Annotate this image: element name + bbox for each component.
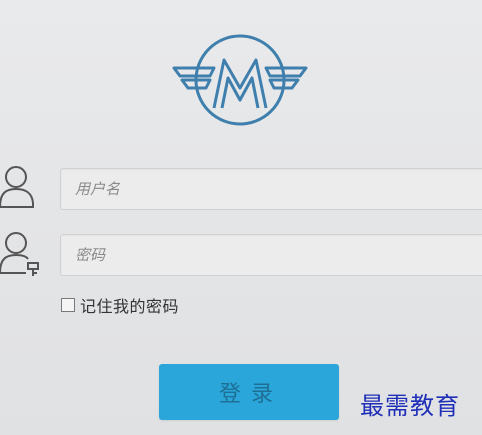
password-input[interactable] [60,234,482,276]
watermark-text: 最需教育 [360,392,460,420]
login-button[interactable]: 登录 [159,364,339,420]
user-key-icon [0,232,39,276]
user-icon [0,166,34,208]
winged-m-logo-icon [172,34,308,126]
remember-password-label: 记住我的密码 [80,297,180,316]
remember-password-checkbox[interactable] [61,298,75,312]
remember-password-option[interactable]: 记住我的密码 [61,293,179,317]
username-input[interactable] [60,168,482,210]
